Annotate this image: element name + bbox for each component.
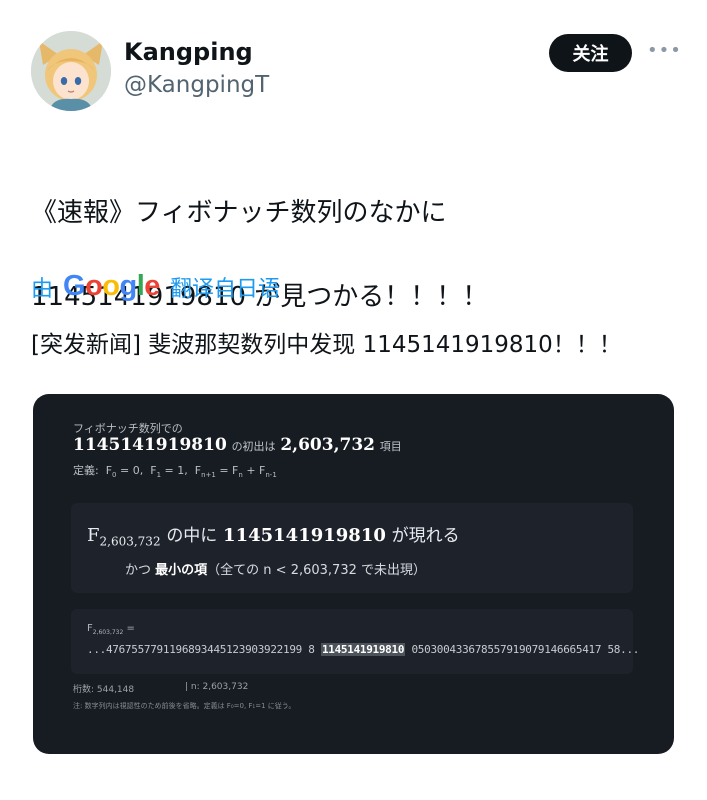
follow-button[interactable]: 关注 [549, 34, 632, 72]
anime-avatar-icon [31, 31, 111, 111]
digits-label: F2,603,732 = [87, 623, 135, 636]
translated-text: [突发新闻] 斐波那契数列中发现 1145141919810！！！ [31, 332, 622, 358]
card-stats: 桁数: 544,148 | n: 2,603,732 [73, 682, 248, 695]
result-subline: かつ 最小の項（全ての n < 2,603,732 で未出現） [125, 563, 426, 578]
card-note: 注: 数字列内は視認性のため前後を省略。定義は F₀=0, F₁=1 に従う。 [73, 702, 296, 710]
digit-count: 桁数: 544,148 [73, 685, 135, 695]
card-unit: 項目 [379, 440, 402, 453]
digits-box: F2,603,732 = ...476755779119689344512390… [71, 609, 639, 674]
avatar[interactable] [31, 31, 111, 111]
card-definition: 定義: F0 = 0, F1 = 1, Fn+1 = Fn + Fn-1 [73, 464, 277, 480]
attached-image[interactable]: フィボナッチ数列での 1145141919810 の初出は 2,603,732 … [33, 394, 674, 754]
card-headline: 1145141919810 の初出は 2,603,732 項目 [73, 435, 402, 455]
n-value: | n: 2,603,732 [185, 682, 249, 692]
card-index: 2,603,732 [280, 435, 375, 455]
more-dots-icon[interactable]: ••• [647, 40, 682, 61]
card-number: 1145141919810 [73, 435, 227, 455]
card-mid: の初出は [231, 440, 276, 453]
card-caption: フィボナッチ数列での [73, 422, 183, 435]
tweet-line-1: 《速報》フィボナッチ数列のなかに [31, 198, 447, 228]
translation-prefix: 由 [31, 276, 54, 302]
translation-suffix: 翻译自日语 [169, 276, 280, 302]
digits-sequence: ...4767557791196893445123903922199 8 114… [87, 643, 640, 656]
digits-highlight: 1145141919810 [320, 643, 406, 656]
author-handle[interactable]: @KangpingT [124, 72, 269, 98]
translation-attribution[interactable]: 由 Google 翻译自日语 [31, 270, 280, 303]
author-name[interactable]: Kangping [124, 38, 253, 66]
result-box: F2,603,732 の中に 1145141919810 が現れる かつ 最小の… [71, 503, 633, 593]
google-logo: Google [63, 270, 160, 302]
result-headline: F2,603,732 の中に 1145141919810 が現れる [87, 525, 460, 549]
